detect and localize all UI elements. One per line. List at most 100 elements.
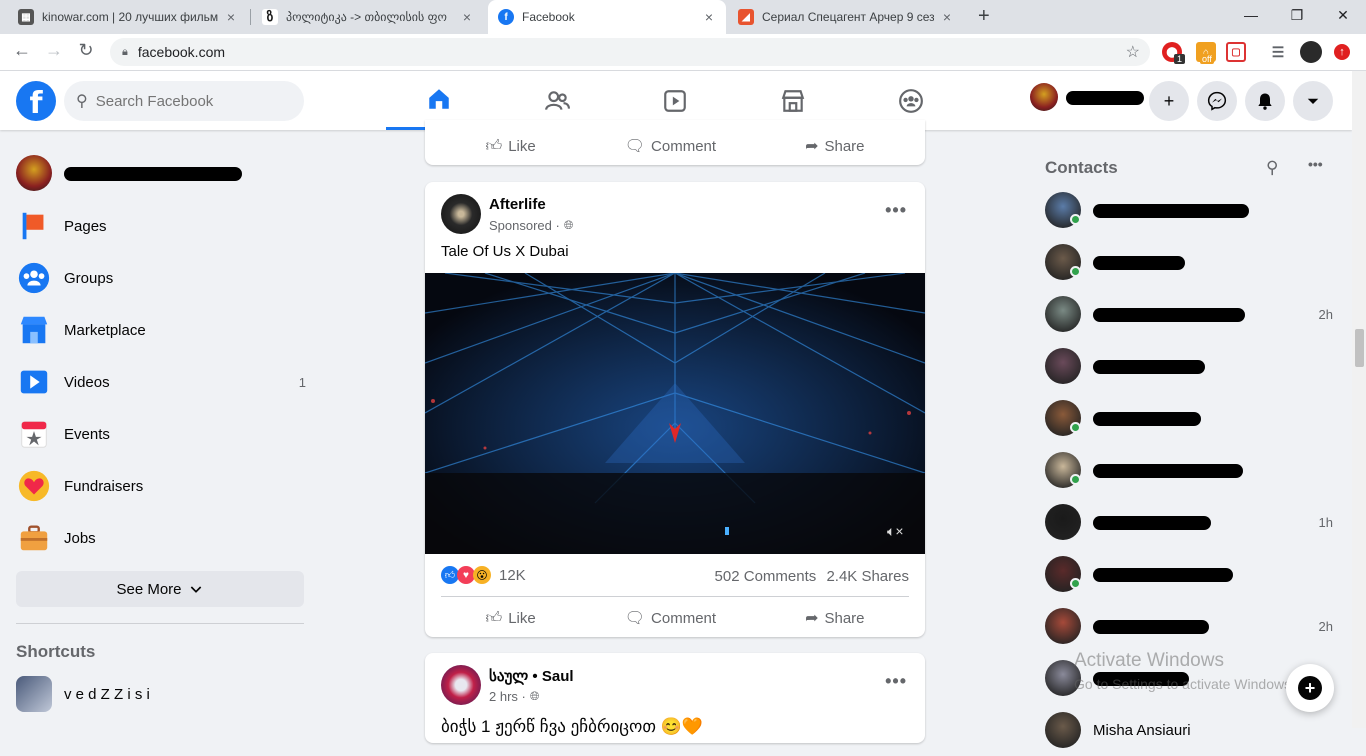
- contact-avatar: [1045, 348, 1081, 384]
- forward-arrow-icon[interactable]: →: [42, 40, 66, 61]
- lock-icon: 🔒︎: [122, 45, 128, 58]
- sidebar-item-label: Videos: [64, 373, 110, 391]
- scrollbar-thumb[interactable]: [1355, 329, 1364, 367]
- contacts-heading: Contacts: [1045, 158, 1118, 177]
- more-options-icon[interactable]: •••: [885, 200, 907, 221]
- contacts-sidebar: Contacts ⚲ ••• 2h 1h 2h Misha Ansiauri: [1030, 130, 1352, 748]
- bell-icon: [1258, 93, 1272, 110]
- globe-icon: 🌐︎: [563, 218, 574, 232]
- contact-item[interactable]: [1045, 340, 1345, 392]
- comments-count[interactable]: 502 Comments: [715, 568, 817, 585]
- sidebar-item-profile[interactable]: [16, 147, 306, 199]
- post-stats: 502 Comments 2.4K Shares: [715, 568, 909, 585]
- comment-button[interactable]: 🗨︎ Comment: [625, 136, 716, 156]
- avatar: [16, 155, 52, 191]
- more-options-icon[interactable]: •••: [1308, 156, 1323, 172]
- browser-tab-active[interactable]: f Facebook ×: [488, 0, 726, 34]
- post-action-row: 👍︎ Like 🗨︎ Comment ➦ Share: [441, 128, 909, 164]
- search-icon[interactable]: ⚲: [1266, 158, 1278, 178]
- share-button[interactable]: ➦ Share: [805, 136, 864, 156]
- facebook-favicon-icon: f: [498, 9, 514, 25]
- contact-item[interactable]: [1045, 236, 1345, 288]
- post-time[interactable]: 2 hrs ·: [489, 689, 526, 704]
- browser-tab[interactable]: ▦ kinowar.com | 20 лучших фильм ×: [8, 0, 248, 34]
- shortcuts-heading: Shortcuts: [16, 642, 96, 661]
- contact-item[interactable]: [1045, 444, 1345, 496]
- bookmark-star-icon[interactable]: ☆: [1126, 42, 1140, 62]
- back-arrow-icon[interactable]: ←: [10, 40, 34, 61]
- new-message-button[interactable]: +: [1286, 664, 1334, 712]
- redacted-name: [64, 167, 242, 181]
- sidebar-item-jobs[interactable]: Jobs: [16, 512, 306, 564]
- minimize-button[interactable]: —: [1228, 0, 1274, 30]
- redacted-contact-name: [1093, 516, 1211, 530]
- contact-item[interactable]: Misha Ansiauri: [1045, 704, 1345, 756]
- profile-avatar[interactable]: [1300, 41, 1322, 63]
- like-button[interactable]: 👍︎ Like: [485, 137, 535, 156]
- post-video[interactable]: 🔈︎×: [425, 273, 925, 554]
- reactions-summary[interactable]: 👍︎ ♥ 😮︎ 12K: [441, 566, 526, 584]
- redacted-contact-name: [1093, 568, 1233, 582]
- caption-tag[interactable]: Tale Of Us: [441, 243, 511, 260]
- close-window-button[interactable]: ✕: [1320, 0, 1366, 30]
- contact-item[interactable]: 1h: [1045, 496, 1345, 548]
- groups-icon: [16, 260, 52, 296]
- notifications-button[interactable]: [1245, 81, 1285, 121]
- update-icon[interactable]: ↑: [1334, 44, 1350, 60]
- page-avatar[interactable]: [441, 665, 481, 705]
- contact-item[interactable]: 2h: [1045, 600, 1345, 652]
- extension-icon[interactable]: ▢: [1226, 42, 1246, 62]
- sidebar-item-pages[interactable]: Pages: [16, 200, 306, 252]
- close-icon[interactable]: ×: [702, 9, 716, 25]
- profile-chip[interactable]: [1030, 83, 1146, 111]
- account-menu-button[interactable]: [1293, 81, 1333, 121]
- address-bar[interactable]: 🔒︎ facebook.com ☆: [110, 38, 1150, 66]
- sidebar-item-videos[interactable]: Videos 1: [16, 356, 306, 408]
- new-tab-button[interactable]: +: [978, 5, 990, 28]
- mute-icon[interactable]: 🔈︎×: [887, 523, 904, 540]
- notification-badge: 1: [1174, 54, 1186, 64]
- reload-icon[interactable]: ↻: [74, 40, 98, 61]
- sidebar-item-fundraisers[interactable]: Fundraisers: [16, 460, 306, 512]
- sidebar-item-label: Fundraisers: [64, 477, 144, 495]
- contact-item[interactable]: [1045, 548, 1345, 600]
- maximize-button[interactable]: ❐: [1274, 0, 1320, 30]
- sidebar-item-marketplace[interactable]: Marketplace: [16, 304, 306, 356]
- redacted-contact-name: [1093, 204, 1249, 218]
- sidebar-item-events[interactable]: Events: [16, 408, 306, 460]
- post-author[interactable]: Afterlife: [489, 196, 546, 213]
- online-status-dot: [1070, 266, 1081, 277]
- tab-favicon-icon: ▦: [18, 9, 34, 25]
- contact-item[interactable]: 2h: [1045, 288, 1345, 340]
- watch-icon: [664, 89, 686, 112]
- search-box[interactable]: ⚲: [64, 81, 304, 121]
- share-button[interactable]: ➦ Share: [805, 608, 864, 628]
- post-author[interactable]: საულ • Saul: [489, 667, 574, 685]
- see-more-button[interactable]: See More: [16, 571, 304, 607]
- shares-count[interactable]: 2.4K Shares: [826, 568, 909, 585]
- search-input[interactable]: [95, 92, 276, 110]
- tab-title: kinowar.com | 20 лучших фильм: [42, 10, 218, 24]
- sponsored-label[interactable]: Sponsored ·: [489, 218, 560, 233]
- create-button[interactable]: +: [1149, 81, 1189, 121]
- close-icon[interactable]: ×: [940, 9, 954, 25]
- contact-item[interactable]: [1045, 184, 1345, 236]
- sidebar-item-groups[interactable]: Groups: [16, 252, 306, 304]
- page-avatar[interactable]: [441, 194, 481, 234]
- playlist-icon[interactable]: ☰: [1268, 42, 1288, 62]
- browser-tab[interactable]: ◢ Сериал Спецагент Арчер 9 сезо ×: [728, 0, 964, 34]
- close-icon[interactable]: ×: [460, 9, 474, 25]
- close-icon[interactable]: ×: [224, 9, 238, 25]
- contact-item[interactable]: [1045, 392, 1345, 444]
- online-status-dot: [1070, 422, 1081, 433]
- shortcut-item[interactable]: v e d Z Z i s i: [16, 668, 306, 720]
- more-options-icon[interactable]: •••: [885, 671, 907, 692]
- facebook-logo-icon[interactable]: f: [16, 81, 56, 121]
- contact-avatar: [1045, 712, 1081, 748]
- messenger-button[interactable]: [1197, 81, 1237, 121]
- browser-tab[interactable]: ზ პოლიტიკა -> თბილისის ფო ×: [252, 0, 484, 34]
- comment-button[interactable]: 🗨︎ Comment: [625, 608, 716, 628]
- like-button[interactable]: 👍︎ Like: [485, 609, 535, 628]
- page-scrollbar[interactable]: [1352, 71, 1366, 728]
- contact-avatar: [1045, 504, 1081, 540]
